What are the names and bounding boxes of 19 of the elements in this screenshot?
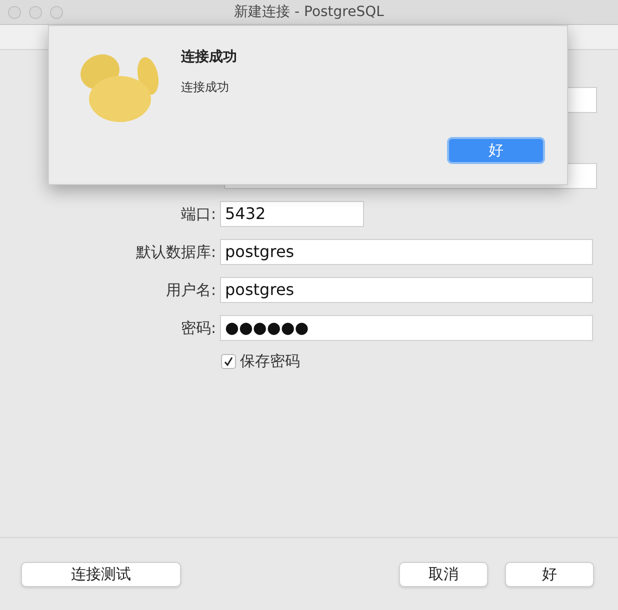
field-label: 用户名: <box>164 280 217 301</box>
window-title: 新建连接 - PostgreSQL <box>233 2 385 22</box>
dialog-button[interactable]: 取消 <box>399 562 488 586</box>
checkbox-label: 保存密码 <box>240 351 300 372</box>
dialog-button[interactable]: 好 <box>505 562 594 586</box>
input-field[interactable]: ●●●●●● <box>220 315 593 341</box>
alert-title: 连接成功 <box>181 48 237 67</box>
save-password-checkbox[interactable] <box>221 354 236 369</box>
input-field[interactable]: postgres <box>220 277 593 303</box>
window-control-icon[interactable] <box>8 6 21 18</box>
window-control-icon[interactable] <box>29 6 42 18</box>
input-field[interactable]: postgres <box>220 239 593 265</box>
field-label: 默认数据库: <box>134 242 217 263</box>
field-label: 端口: <box>180 204 217 225</box>
input-field[interactable]: 5432 <box>220 201 364 227</box>
window-control-icon[interactable] <box>50 6 63 18</box>
alert-message: 连接成功 <box>181 79 230 96</box>
test-connection-button[interactable]: 连接测试 <box>21 562 181 586</box>
field-label: 密码: <box>180 318 217 339</box>
